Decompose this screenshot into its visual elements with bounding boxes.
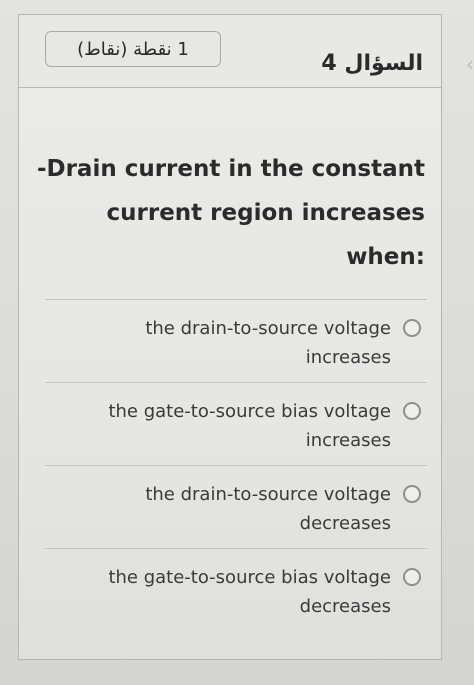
question-text-line: :when — [346, 244, 425, 270]
question-text-line: current region increases — [106, 200, 425, 226]
answer-option[interactable]: the gate-to-source bias voltage decrease… — [45, 548, 427, 631]
option-radio[interactable] — [403, 485, 421, 503]
question-card: 1 نقطة (نقاط) السؤال 4 Drain current in … — [18, 14, 442, 660]
option-label: the drain-to-source voltage increases — [145, 314, 391, 372]
answer-options: the drain-to-source voltage increases th… — [45, 299, 427, 631]
answer-option[interactable]: the gate-to-source bias voltage increase… — [45, 382, 427, 465]
answer-option[interactable]: the drain-to-source voltage decreases — [45, 465, 427, 548]
option-label: the drain-to-source voltage decreases — [145, 480, 391, 538]
question-text: Drain current in the constant- current r… — [36, 147, 425, 279]
option-radio[interactable] — [403, 568, 421, 586]
option-radio[interactable] — [403, 319, 421, 337]
option-label: the gate-to-source bias voltage decrease… — [108, 563, 391, 621]
option-label-line: the drain-to-source voltage — [145, 318, 391, 339]
option-label-line: the gate-to-source bias voltage — [108, 401, 391, 422]
option-label-line: increases — [305, 430, 391, 451]
question-header: 1 نقطة (نقاط) السؤال 4 — [19, 15, 441, 88]
option-label-line: the gate-to-source bias voltage — [108, 567, 391, 588]
points-badge: 1 نقطة (نقاط) — [45, 31, 221, 67]
points-label: 1 نقطة (نقاط) — [77, 38, 189, 60]
option-label: the gate-to-source bias voltage increase… — [108, 397, 391, 455]
option-label-line: decreases — [299, 513, 391, 534]
page-background: 1 نقطة (نقاط) السؤال 4 Drain current in … — [0, 0, 474, 685]
question-text-line: Drain current in the constant- — [36, 156, 425, 182]
question-number: السؤال 4 — [321, 51, 423, 76]
option-label-line: decreases — [299, 596, 391, 617]
answer-option[interactable]: the drain-to-source voltage increases — [45, 299, 427, 382]
option-label-line: increases — [305, 347, 391, 368]
option-radio[interactable] — [403, 402, 421, 420]
chevron-left-icon[interactable]: ‹ — [466, 52, 474, 76]
option-label-line: the drain-to-source voltage — [145, 484, 391, 505]
